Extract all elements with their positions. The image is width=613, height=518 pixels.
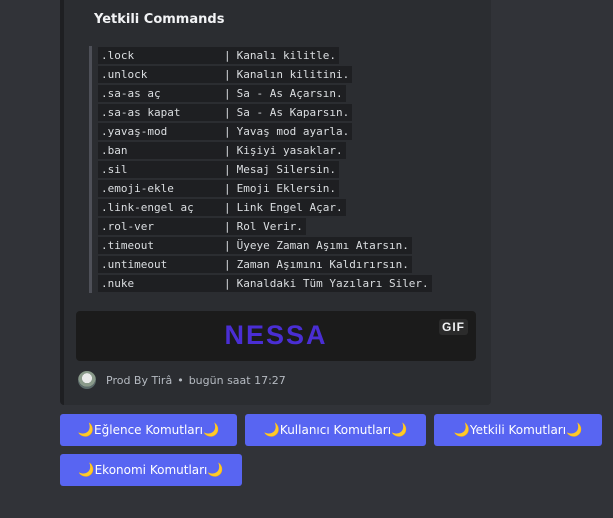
eglence-komutlari-button[interactable]: 🌙 Eğlence Komutları 🌙	[60, 414, 237, 446]
command-name: .link-engel aç	[98, 199, 224, 216]
command-row: .ban | Kişiyi yasaklar.	[98, 141, 432, 160]
crescent-moon-icon: 🌙	[566, 422, 583, 438]
embed-title: Yetkili Commands	[94, 12, 225, 27]
crescent-moon-icon: 🌙	[77, 422, 95, 438]
command-name: .emoji-ekle	[98, 180, 224, 197]
command-separator: |	[224, 142, 234, 159]
command-row: .lock | Kanalı kilitle.	[98, 46, 432, 65]
embed-footer: Prod By Tirâ • bugün saat 17:27	[78, 371, 286, 389]
crescent-moon-icon: 🌙	[263, 422, 280, 438]
command-separator: |	[224, 161, 234, 178]
footer-timestamp: bugün saat 17:27	[188, 373, 286, 387]
command-row: .unlock | Kanalın kilitini.	[98, 65, 432, 84]
commands-codeblock: .lock | Kanalı kilitle. .unlock | Kanalın kil…	[89, 46, 432, 293]
command-description: Kanalın kilitini.	[233, 66, 353, 83]
command-description: Sa - As Kaparsın.	[233, 104, 353, 121]
command-row: .nuke | Kanaldaki Tüm Yazıları Siler.	[98, 274, 432, 293]
command-description: Sa - As Açarsın.	[233, 85, 346, 102]
command-description: Emoji Eklersin.	[233, 180, 339, 197]
command-name: .sil	[98, 161, 224, 178]
command-row: .emoji-ekle | Emoji Eklersin.	[98, 179, 432, 198]
command-name: .unlock	[98, 66, 224, 83]
yetkili-komutlari-button[interactable]: 🌙 Yetkili Komutları 🌙	[434, 414, 602, 446]
gif-badge: GIF	[439, 319, 468, 335]
crescent-moon-icon: 🌙	[391, 422, 408, 438]
kullanici-komutlari-button[interactable]: 🌙 Kullanıcı Komutları 🌙	[245, 414, 426, 446]
command-description: Rol Verir.	[233, 218, 306, 235]
command-name: .ban	[98, 142, 224, 159]
ekonomi-komutlari-button[interactable]: 🌙 Ekonomi Komutları 🌙	[60, 454, 242, 486]
command-separator: |	[224, 123, 234, 140]
crescent-moon-icon: 🌙	[207, 462, 224, 478]
command-separator: |	[224, 256, 234, 273]
command-separator: |	[224, 275, 234, 292]
footer-author: Prod By Tirâ	[106, 373, 173, 387]
command-separator: |	[224, 180, 234, 197]
command-row: .sa-as aç | Sa - As Açarsın.	[98, 84, 432, 103]
button-label: Kullanıcı Komutları	[279, 423, 392, 437]
command-separator: |	[224, 85, 234, 102]
command-row: .untimeout | Zaman Aşımını Kaldırırsın.	[98, 255, 432, 274]
crescent-moon-icon: 🌙	[202, 422, 220, 438]
command-name: .yavaş-mod	[98, 123, 224, 140]
command-row: .sil | Mesaj Silersin.	[98, 160, 432, 179]
command-row: .yavaş-mod | Yavaş mod ayarla.	[98, 122, 432, 141]
command-description: Kişiyi yasaklar.	[233, 142, 346, 159]
command-separator: |	[224, 47, 234, 64]
command-row: .timeout | Üyeye Zaman Aşımı Atarsın.	[98, 236, 432, 255]
command-row: .rol-ver | Rol Verir.	[98, 217, 432, 236]
command-description: Kanaldaki Tüm Yazıları Siler.	[233, 275, 432, 292]
command-separator: |	[224, 237, 234, 254]
command-name: .sa-as kapat	[98, 104, 224, 121]
command-description: Mesaj Silersin.	[233, 161, 339, 178]
avatar	[78, 371, 96, 389]
gif-embed[interactable]: NESSA GIF	[76, 311, 476, 361]
command-name: .lock	[98, 47, 224, 64]
button-label: Yetkili Komutları	[469, 423, 567, 437]
crescent-moon-icon: 🌙	[453, 422, 470, 438]
command-row: .link-engel aç | Link Engel Açar.	[98, 198, 432, 217]
command-name: .timeout	[98, 237, 224, 254]
command-separator: |	[224, 104, 234, 121]
command-description: Zaman Aşımını Kaldırırsın.	[233, 256, 412, 273]
command-row: .sa-as kapat | Sa - As Kaparsın.	[98, 103, 432, 122]
command-separator: |	[224, 199, 234, 216]
gif-title-text: NESSA	[224, 320, 328, 350]
command-description: Üyeye Zaman Aşımı Atarsın.	[233, 237, 412, 254]
command-description: Yavaş mod ayarla.	[233, 123, 353, 140]
embed-card: Yetkili Commands .lock | Kanalı kilitle. .u…	[60, 0, 491, 405]
button-label: Eğlence Komutları	[94, 423, 203, 437]
footer-separator: •	[177, 373, 184, 387]
command-description: Link Engel Açar.	[233, 199, 346, 216]
command-separator: |	[224, 218, 234, 235]
command-name: .rol-ver	[98, 218, 224, 235]
command-name: .sa-as aç	[98, 85, 224, 102]
crescent-moon-icon: 🌙	[78, 462, 95, 478]
command-description: Kanalı kilitle.	[233, 47, 339, 64]
command-name: .untimeout	[98, 256, 224, 273]
command-name: .nuke	[98, 275, 224, 292]
command-separator: |	[224, 66, 234, 83]
button-label: Ekonomi Komutları	[94, 463, 208, 477]
